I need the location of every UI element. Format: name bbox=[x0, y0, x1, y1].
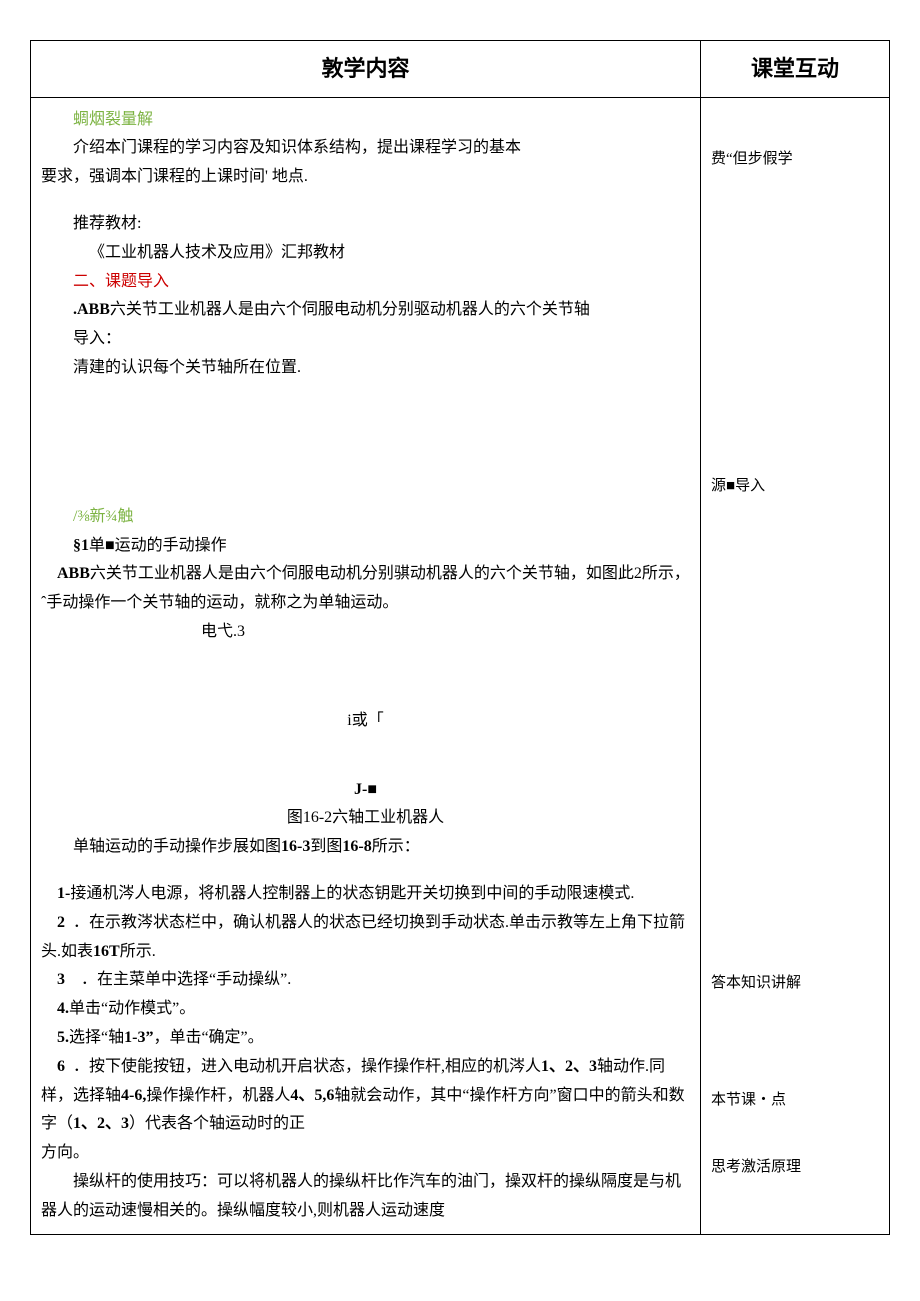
abb-prefix-2: ABB bbox=[57, 565, 90, 582]
step2-n: 2 bbox=[57, 914, 65, 931]
step4-text: 单击“动作模式”。 bbox=[69, 1000, 195, 1017]
step2c: 所示. bbox=[120, 943, 156, 960]
section2-p2: 清建的认识每个关节轴所在位置. bbox=[41, 354, 690, 383]
step2: 2 ．在示教涔状态栏中，确认机器人的状态已经切换到手动状态.单击示教等左上角下拉… bbox=[41, 909, 690, 967]
step4: 4.单击“动作模式”。 bbox=[41, 995, 690, 1024]
fig-placeholder-a: i或「 bbox=[41, 707, 690, 736]
document-table: 敦学内容 课堂互动 蜩烟裂量解 介绍本门课程的学习内容及知识体系结构，提出课程学… bbox=[30, 40, 890, 1235]
section2-title: 二、课题导入 bbox=[41, 268, 690, 297]
step1: 1-接通机涔人电源，将机器人控制器上的状态钥匙开关切换到中间的手动限速模式. bbox=[41, 880, 690, 909]
abb-prefix: .ABB bbox=[73, 301, 110, 318]
section2-lead: 导入： bbox=[41, 325, 690, 354]
section1-title: 蜩烟裂量解 bbox=[41, 106, 690, 135]
section2-p1-rest: 六关节工业机器人是由六个伺服电动机分别驱动机器人的六个关节轴 bbox=[110, 301, 590, 318]
step1-n: 1- bbox=[57, 885, 70, 902]
s6e: 操作操作杆，机器人 bbox=[146, 1087, 290, 1104]
section3-h1-rest: 单■运动的手动操作 bbox=[89, 537, 227, 554]
s6a: ．按下使能按钮，进入电动机开启状态，操作操作杆,相应的机涔人 bbox=[73, 1058, 541, 1075]
body-row: 蜩烟裂量解 介绍本门课程的学习内容及知识体系结构，提出课程学习的基本 要求，强调… bbox=[31, 97, 890, 1234]
step5b: 1-3” bbox=[124, 1029, 153, 1046]
header-main: 敦学内容 bbox=[31, 41, 701, 98]
p2e: 所示： bbox=[372, 838, 420, 855]
p2d: 16-8 bbox=[342, 838, 371, 855]
s6f: 4、5,6 bbox=[290, 1087, 334, 1104]
section3-h1: §1单■运动的手动操作 bbox=[41, 532, 690, 561]
step3-n: 3 bbox=[57, 971, 65, 988]
s6i: ）代表各个轴运动时的正 bbox=[129, 1115, 305, 1132]
step4-n: 4. bbox=[57, 1000, 69, 1017]
p2a: 单轴运动的手动操作步展如图 bbox=[73, 838, 281, 855]
section1-p1b: 要求，强调本门课程的上课时间' 地点. bbox=[41, 163, 690, 192]
p2c: 到图 bbox=[310, 838, 342, 855]
step2b: 16T bbox=[93, 943, 120, 960]
step3-text: ．在主菜单中选择“手动操纵”. bbox=[81, 971, 291, 988]
section3-p2: 单轴运动的手动操作步展如图16-3到图16-8所示： bbox=[41, 833, 690, 862]
recommend-label: 推荐教材: bbox=[41, 210, 690, 239]
step5: 5.选择“轴1-3”，单击“确定”。 bbox=[41, 1024, 690, 1053]
side-note-5: 思考激活原理 bbox=[711, 1154, 879, 1181]
header-side: 课堂互动 bbox=[701, 41, 890, 98]
section3-title: /⅜新¾触 bbox=[41, 503, 690, 532]
step6-line2: 方向。 bbox=[41, 1139, 690, 1168]
step5c: ，单击“确定”。 bbox=[153, 1029, 263, 1046]
step6: 6 ．按下使能按钮，进入电动机开启状态，操作操作杆,相应的机涔人1、2、3轴动作… bbox=[41, 1053, 690, 1139]
section3-p1: ABB六关节工业机器人是由六个伺服电动机分别骐动机器人的六个关节轴，如图此2所示… bbox=[41, 560, 690, 618]
fig-placeholder-b: J-■ bbox=[41, 776, 690, 805]
section2-p1: .ABB六关节工业机器人是由六个伺服电动机分别驱动机器人的六个关节轴 bbox=[41, 296, 690, 325]
tip: 操纵杆的使用技巧：可以将机器人的操纵杆比作汽车的油门，操双杆的操纵隔度是与机器人… bbox=[41, 1168, 690, 1226]
section1-p1a: 介绍本门课程的学习内容及知识体系结构，提出课程学习的基本 bbox=[41, 134, 690, 163]
step1-text: 接通机涔人电源，将机器人控制器上的状态钥匙开关切换到中间的手动限速模式. bbox=[70, 885, 634, 902]
s6d: 4-6, bbox=[121, 1087, 146, 1104]
side-note-3: 答本知识讲解 bbox=[711, 970, 879, 997]
side-cell: 费“但步假学 源■导入 答本知识讲解 本节课・点 思考激活原理 bbox=[701, 97, 890, 1234]
step6-n: 6 bbox=[57, 1058, 65, 1075]
step5a: 选择“轴 bbox=[69, 1029, 124, 1046]
s6b: 1、2、3 bbox=[541, 1058, 597, 1075]
figure-caption: 图16-2六轴工业机器人 bbox=[41, 804, 690, 833]
section3-h1-prefix: §1 bbox=[73, 537, 89, 554]
step3: 3 ．在主菜单中选择“手动操纵”. bbox=[41, 966, 690, 995]
main-cell: 蜩烟裂量解 介绍本门课程的学习内容及知识体系结构，提出课程学习的基本 要求，强调… bbox=[31, 97, 701, 1234]
p2b: 16-3 bbox=[281, 838, 310, 855]
dian: 电弋.3 bbox=[41, 618, 690, 647]
section3-p1-rest: 六关节工业机器人是由六个伺服电动机分别骐动机器人的六个关节轴，如图此2所示，ˆ手… bbox=[41, 565, 690, 611]
side-note-4: 本节课・点 bbox=[711, 1087, 879, 1114]
side-note-2: 源■导入 bbox=[711, 473, 879, 500]
step5-n: 5. bbox=[57, 1029, 69, 1046]
s6h: 1、2、3 bbox=[73, 1115, 129, 1132]
dian-text: 电弋.3 bbox=[201, 623, 245, 640]
recommend-book: 《工业机器人技术及应用》汇邦教材 bbox=[41, 239, 690, 268]
side-note-1: 费“但步假学 bbox=[711, 146, 879, 173]
header-row: 敦学内容 课堂互动 bbox=[31, 41, 890, 98]
